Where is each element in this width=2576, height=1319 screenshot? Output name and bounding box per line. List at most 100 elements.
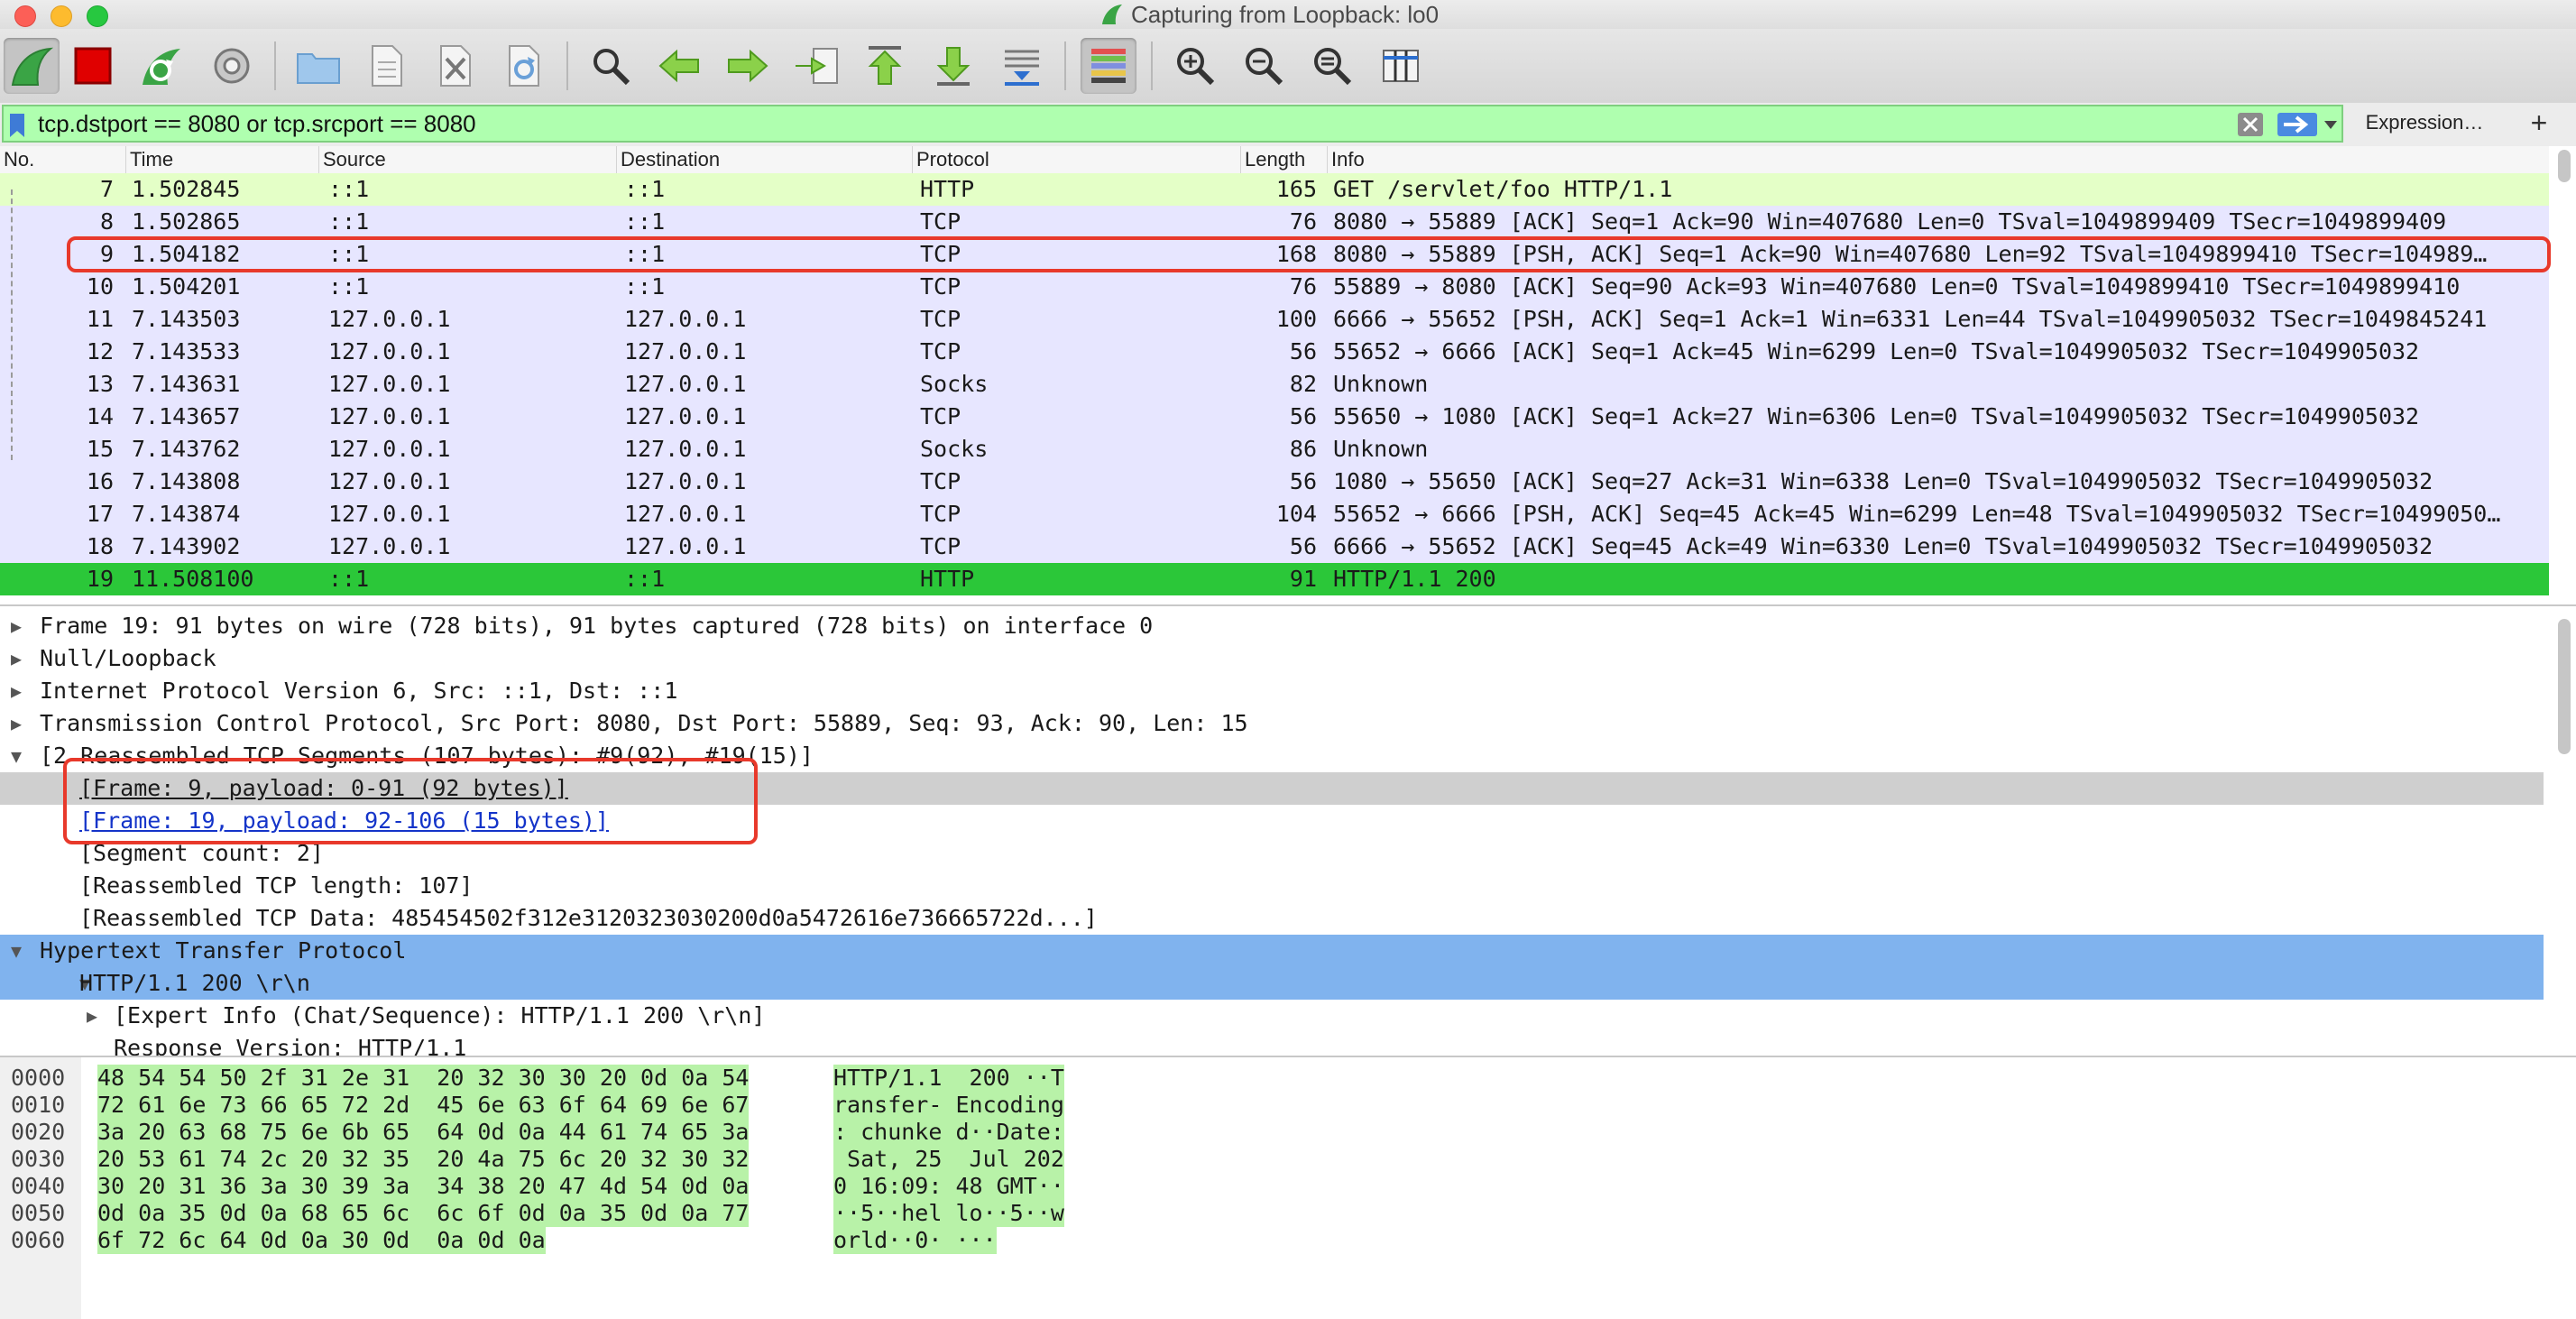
packet-row-selected[interactable]: 19 11.508100::1::1 HTTP 91 HTTP/1.1 200 [0,563,2549,595]
detail-row[interactable]: [Reassembled TCP Data: 485454502f312e312… [0,902,2544,935]
display-filter-input[interactable]: tcp.dstport == 8080 or tcp.srcport == 80… [2,105,2343,143]
colorize-icon[interactable] [1081,38,1136,94]
bytes-hex[interactable]: 48 54 54 50 2f 31 2e 31 20 32 30 30 20 0… [97,1065,750,1092]
packet-cell-time: 7.143503 [132,306,241,332]
bytes-ascii[interactable]: ransfer- Encoding [833,1092,1064,1119]
packet-row[interactable]: 11 7.143503 127.0.0.1 127.0.0.1 TCP 100 6666 →… [0,303,2549,336]
add-filter-button[interactable]: + [2516,103,2562,143]
column-header-time[interactable]: Time [126,146,319,173]
packet-cell-len: 82 [1289,371,1317,397]
packet-cell-no: 11 [86,306,114,332]
gear-icon[interactable] [204,38,260,94]
folder-icon[interactable] [290,38,346,94]
zoom-out-icon[interactable] [1236,38,1292,94]
goto-packet-icon[interactable] [788,38,844,94]
packet-cell-no: 8 [99,208,114,235]
packet-list-scrollbar[interactable] [2558,150,2571,182]
clear-filter-icon[interactable] [2237,112,2264,137]
bytes-ascii[interactable]: : chunke d··Date: [833,1119,1064,1146]
bytes-row[interactable]: 0010 72 61 6e 73 66 65 72 2d 45 6e 63 6f … [0,1092,1173,1119]
bytes-hex[interactable]: 20 53 61 74 2c 20 32 35 20 4a 75 6c 20 3… [97,1146,750,1173]
bytes-ascii[interactable]: Sat, 25 Jul 202 [833,1146,1064,1173]
bytes-offset: 0030 [11,1146,66,1172]
bytes-hex[interactable]: 30 20 31 36 3a 30 39 3a 34 38 20 47 4d 5… [97,1173,750,1200]
bytes-hex[interactable]: 6f 72 6c 64 0d 0a 30 0d 0a 0d 0a [97,1227,546,1254]
close-window-button[interactable] [14,5,36,27]
restart-fin-icon[interactable] [133,38,189,94]
bytes-hex[interactable]: 0d 0a 35 0d 0a 68 65 6c 6c 6f 0d 0a 35 0… [97,1200,750,1227]
packet-cell-src: 127.0.0.1 [328,468,451,494]
packet-cell-proto: TCP [920,501,961,527]
bytes-row[interactable]: 0050 0d 0a 35 0d 0a 68 65 6c 6c 6f 0d 0a … [0,1200,1173,1227]
bytes-hex[interactable]: 3a 20 63 68 75 6e 6b 65 64 0d 0a 44 61 7… [97,1119,750,1146]
bytes-row[interactable]: 0020 3a 20 63 68 75 6e 6b 65 64 0d 0a 44 … [0,1119,1173,1146]
detail-row[interactable]: ▶ Transmission Control Protocol, Src Port… [0,707,2544,740]
collapsed-arrow-icon[interactable]: ▶ [11,642,29,675]
resize-columns-icon[interactable] [1373,38,1429,94]
collapsed-arrow-icon[interactable]: ▶ [11,707,29,740]
bytes-ascii[interactable]: orld··0· ··· [833,1227,997,1254]
packet-row[interactable]: 15 7.143762 127.0.0.1 127.0.0.1 Socks 86 Unkno… [0,433,2549,466]
column-header-source[interactable]: Source [319,146,617,173]
packet-row[interactable]: 13 7.143631 127.0.0.1 127.0.0.1 Socks 82 Unkno… [0,368,2549,401]
bytes-ascii[interactable]: HTTP/1.1 200 ··T [833,1065,1064,1092]
detail-row[interactable]: ▼ HTTP/1.1 200 \r\n [0,967,2544,1000]
zoom-in-icon[interactable] [1167,38,1223,94]
filter-history-dropdown-icon[interactable] [2323,119,2338,130]
packet-row[interactable]: 18 7.143902 127.0.0.1 127.0.0.1 TCP 56 6666 → … [0,530,2549,563]
bookmark-icon[interactable] [7,112,27,139]
collapsed-arrow-icon[interactable]: ▶ [11,675,29,707]
arrow-right-icon[interactable] [720,38,776,94]
bytes-row[interactable]: 0000 48 54 54 50 2f 31 2e 31 20 32 30 30 … [0,1065,1173,1092]
arrow-left-icon[interactable] [651,38,707,94]
stop-square-icon[interactable] [65,38,121,94]
close-file-icon[interactable] [428,38,483,94]
packet-row[interactable]: 16 7.143808 127.0.0.1 127.0.0.1 TCP 56 1080 → … [0,466,2549,498]
expanded-arrow-icon[interactable]: ▼ [11,935,29,967]
packet-row[interactable]: 7 1.502845::1::1 HTTP 165 GET /servlet/foo H… [0,173,2549,206]
bytes-ascii[interactable]: 0 16:09: 48 GMT·· [833,1173,1064,1200]
column-header-length[interactable]: Length [1241,146,1328,173]
bytes-row[interactable]: 0040 30 20 31 36 3a 30 39 3a 34 38 20 47 … [0,1173,1173,1200]
zoom-normal-icon[interactable] [1304,38,1360,94]
packet-cell-src: 127.0.0.1 [328,338,451,364]
bytes-row[interactable]: 0060 6f 72 6c 64 0d 0a 30 0d 0a 0d 0a orld… [0,1227,1173,1254]
column-header-destination[interactable]: Destination [617,146,913,173]
arrow-down-icon[interactable] [925,38,981,94]
detail-row[interactable]: ▶ Internet Protocol Version 6, Src: ::1, … [0,675,2544,707]
collapsed-arrow-icon[interactable]: ▶ [11,610,29,642]
arrow-up-icon[interactable] [857,38,913,94]
shark-fin-start-icon[interactable] [4,38,60,94]
detail-row[interactable]: [Reassembled TCP length: 107] [0,870,2544,902]
packet-row[interactable]: 10 1.504201::1::1 TCP 76 55889 → 8080 [ACK] … [0,271,2549,303]
bytes-hex[interactable]: 72 61 6e 73 66 65 72 2d 45 6e 63 6f 64 6… [97,1092,750,1119]
bytes-ascii[interactable]: ··5··hel lo··5··w [833,1200,1064,1227]
detail-row[interactable]: ▶ [Expert Info (Chat/Sequence): HTTP/1.1 … [0,1000,2544,1032]
document-icon[interactable] [359,38,415,94]
expression-button[interactable]: Expression… [2345,103,2504,143]
packet-row[interactable]: 12 7.143533 127.0.0.1 127.0.0.1 TCP 56 55652 →… [0,336,2549,368]
packet-cell-len: 56 [1289,338,1317,364]
zoom-window-button[interactable] [87,5,108,27]
column-header-protocol[interactable]: Protocol [913,146,1241,173]
packet-row[interactable]: 17 7.143874 127.0.0.1 127.0.0.1 TCP 104 55652 … [0,498,2549,530]
expanded-arrow-icon[interactable]: ▼ [11,740,29,772]
details-scrollbar[interactable] [2558,619,2571,754]
reload-icon[interactable] [496,38,552,94]
detail-row[interactable]: ▶ Null/Loopback [0,642,2544,675]
packet-cell-time: 7.143762 [132,436,241,462]
bytes-row[interactable]: 0030 20 53 61 74 2c 20 32 35 20 4a 75 6c … [0,1146,1173,1173]
autoscroll-icon[interactable] [994,38,1050,94]
filter-text[interactable]: tcp.dstport == 8080 or tcp.srcport == 80… [38,106,476,141]
packet-row[interactable]: 8 1.502865::1::1 TCP 76 8080 → 55889 [ACK] S… [0,206,2549,238]
detail-row[interactable]: Response Version: HTTP/1.1 [0,1032,2544,1057]
magnifier-icon[interactable] [583,38,639,94]
packet-row[interactable]: 14 7.143657 127.0.0.1 127.0.0.1 TCP 56 55650 →… [0,401,2549,433]
collapsed-arrow-icon[interactable]: ▶ [87,1000,105,1032]
column-header-info[interactable]: Info [1328,146,2549,173]
detail-row[interactable]: ▶ Frame 19: 91 bytes on wire (728 bits), … [0,610,2544,642]
apply-filter-icon[interactable] [2277,112,2318,137]
detail-row[interactable]: ▼ Hypertext Transfer Protocol [0,935,2544,967]
minimize-window-button[interactable] [51,5,72,27]
column-header-no[interactable]: No. [0,146,126,173]
